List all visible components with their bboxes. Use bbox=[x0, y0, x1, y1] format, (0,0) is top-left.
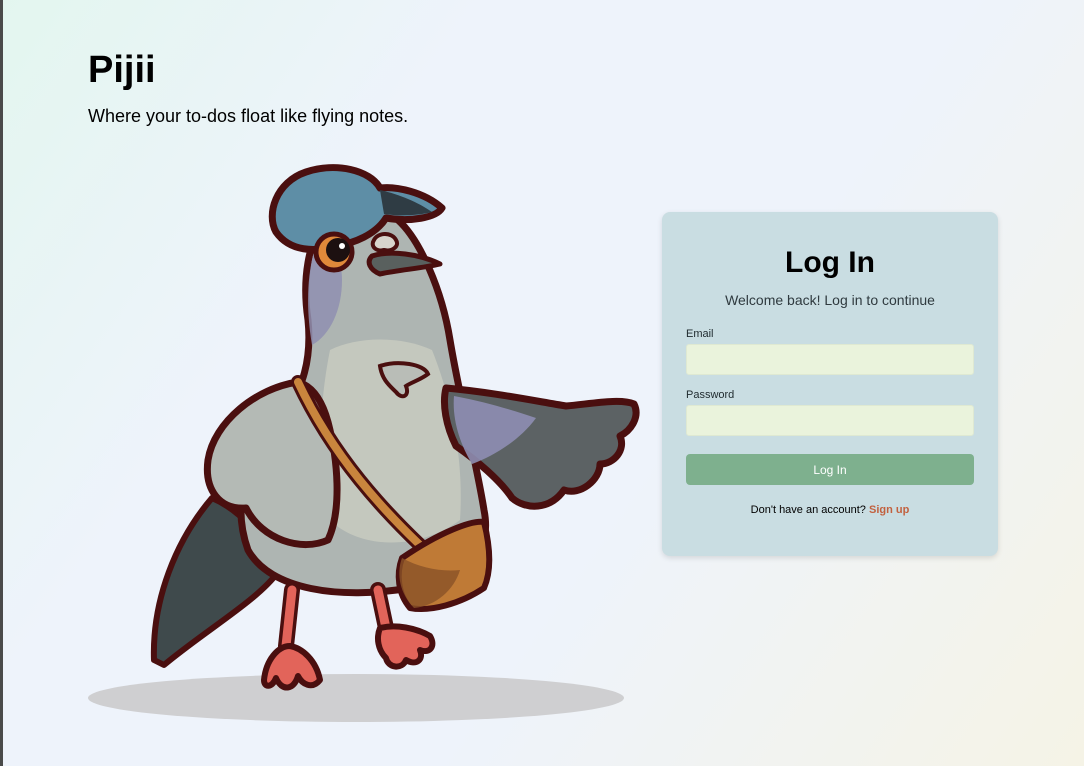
signup-row: Don't have an account? Sign up bbox=[686, 504, 974, 516]
window-edge bbox=[0, 0, 3, 766]
login-title: Log In bbox=[785, 246, 875, 279]
login-button[interactable]: Log In bbox=[686, 454, 974, 485]
login-subtitle: Welcome back! Log in to continue bbox=[725, 292, 935, 308]
email-label: Email bbox=[686, 328, 714, 340]
password-label: Password bbox=[686, 389, 735, 401]
app-title: Pijii bbox=[88, 49, 156, 91]
signup-prompt: Don't have an account? bbox=[750, 504, 866, 516]
app-tagline: Where your to-dos float like flying note… bbox=[88, 106, 409, 126]
login-card: Log In Welcome back! Log in to continue … bbox=[662, 212, 998, 556]
signup-link[interactable]: Sign up bbox=[869, 504, 909, 516]
password-field[interactable] bbox=[686, 405, 974, 436]
pigeon-mail-carrier-icon bbox=[88, 164, 640, 722]
email-field[interactable] bbox=[686, 344, 974, 375]
